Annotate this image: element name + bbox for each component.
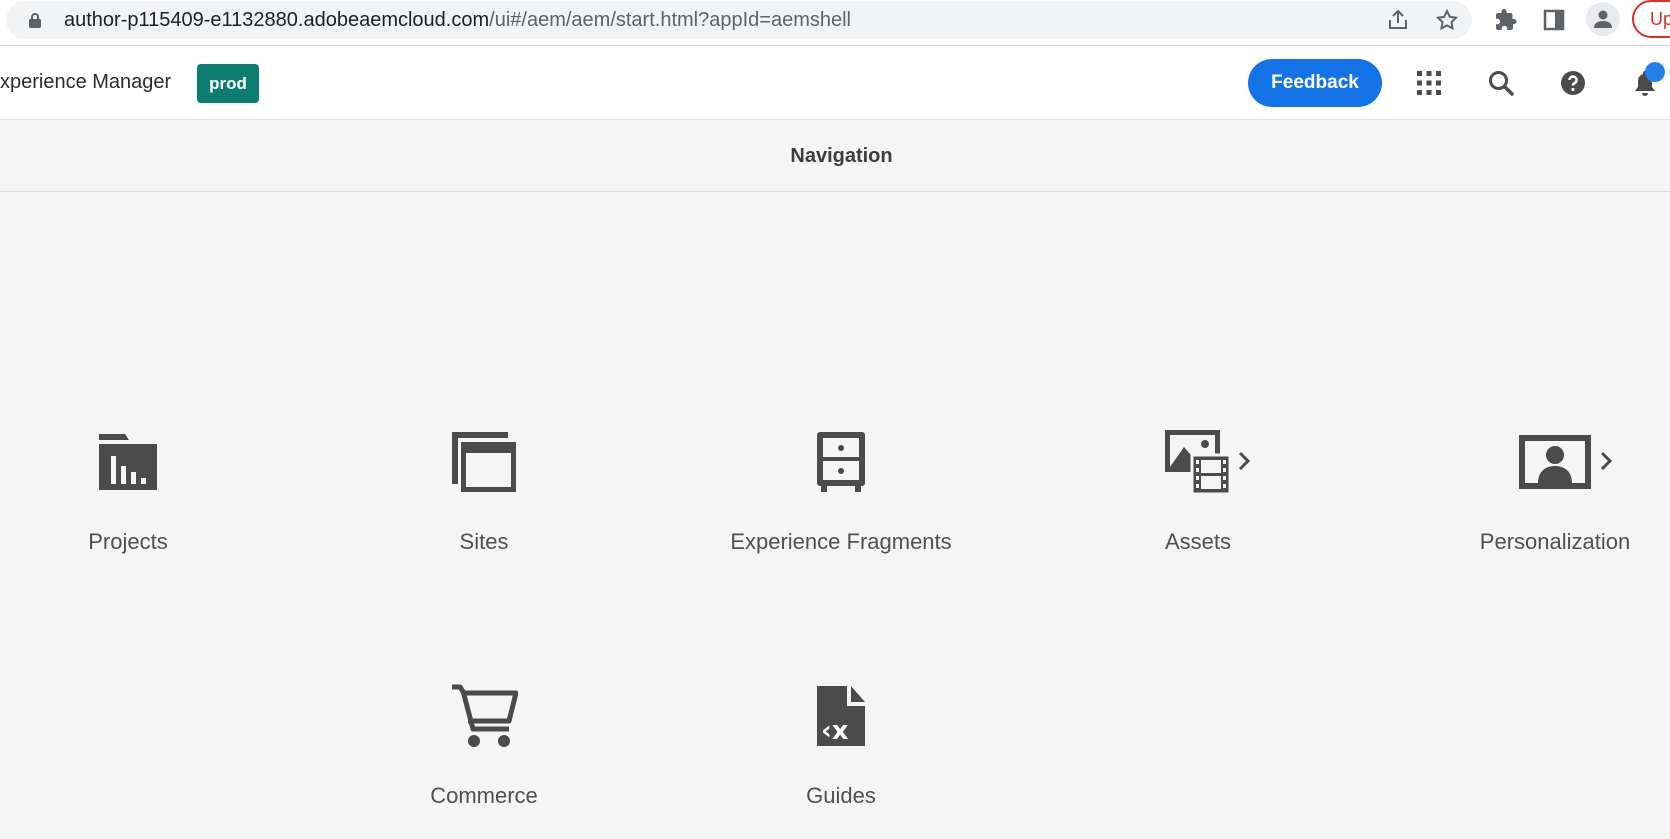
lock-icon: [29, 13, 41, 28]
nav-tile-sites[interactable]: Sites: [324, 426, 644, 586]
search-icon[interactable]: [1483, 65, 1519, 101]
page-title: Navigation: [790, 145, 893, 167]
url-path: /ui#/aem/aem/start.html?appId=aemshell: [489, 9, 851, 31]
nav-tile-experience-fragments[interactable]: Experience Fragments: [681, 426, 1001, 586]
app-header: xperience Manager prod Feedback: [0, 47, 1670, 120]
bookmark-star-icon[interactable]: [1434, 7, 1460, 33]
help-icon[interactable]: [1555, 65, 1591, 101]
url-host: author-p115409-e1132880.adobeaemcloud.co…: [64, 9, 490, 31]
browser-toolbar: author-p115409-e1132880.adobeaemcloud.co…: [0, 0, 1670, 46]
side-panel-icon[interactable]: [1540, 6, 1568, 34]
nav-tile-commerce[interactable]: Commerce: [324, 680, 644, 839]
tile-label-guides: Guides: [806, 783, 876, 808]
solutions-grid-icon[interactable]: [1411, 65, 1447, 101]
tile-label-commerce: Commerce: [430, 783, 538, 808]
update-button[interactable]: Update: [1632, 0, 1670, 38]
assets-icon: [1165, 430, 1232, 495]
svg-text:‹x: ‹x: [821, 716, 849, 746]
tile-label-experience-fragments: Experience Fragments: [730, 529, 952, 554]
app-title[interactable]: xperience Manager: [0, 71, 171, 94]
projects-icon: [99, 434, 157, 490]
tile-label-personalization: Personalization: [1479, 529, 1631, 554]
experience-fragments-icon: [817, 432, 865, 492]
nav-tile-projects[interactable]: Projects: [0, 426, 288, 586]
tile-label-sites: Sites: [459, 529, 509, 554]
guides-icon: ‹x: [817, 686, 865, 746]
person-icon: [1594, 10, 1612, 28]
extensions-icon[interactable]: [1492, 6, 1520, 34]
nav-tile-assets[interactable]: Assets: [1038, 426, 1358, 586]
tile-label-projects: Projects: [88, 529, 168, 554]
nav-tile-personalization[interactable]: Personalization: [1395, 426, 1670, 586]
address-bar[interactable]: author-p115409-e1132880.adobeaemcloud.co…: [6, 1, 1472, 39]
feedback-button[interactable]: Feedback: [1248, 59, 1382, 107]
personalization-icon: [1519, 435, 1591, 489]
notification-badge: [1645, 62, 1665, 82]
sites-icon: [452, 432, 516, 492]
chevron-right-icon: [1600, 451, 1613, 471]
navigation-bar: Navigation: [0, 121, 1670, 192]
tile-label-assets: Assets: [1164, 529, 1232, 554]
url-text[interactable]: author-p115409-e1132880.adobeaemcloud.co…: [64, 9, 851, 32]
chevron-right-icon: [1238, 451, 1251, 471]
environment-badge: prod: [197, 64, 259, 103]
commerce-icon: [452, 684, 518, 747]
profile-avatar[interactable]: [1586, 2, 1620, 36]
nav-tile-guides[interactable]: ‹x Guides: [681, 680, 1001, 839]
share-icon[interactable]: [1385, 7, 1411, 33]
